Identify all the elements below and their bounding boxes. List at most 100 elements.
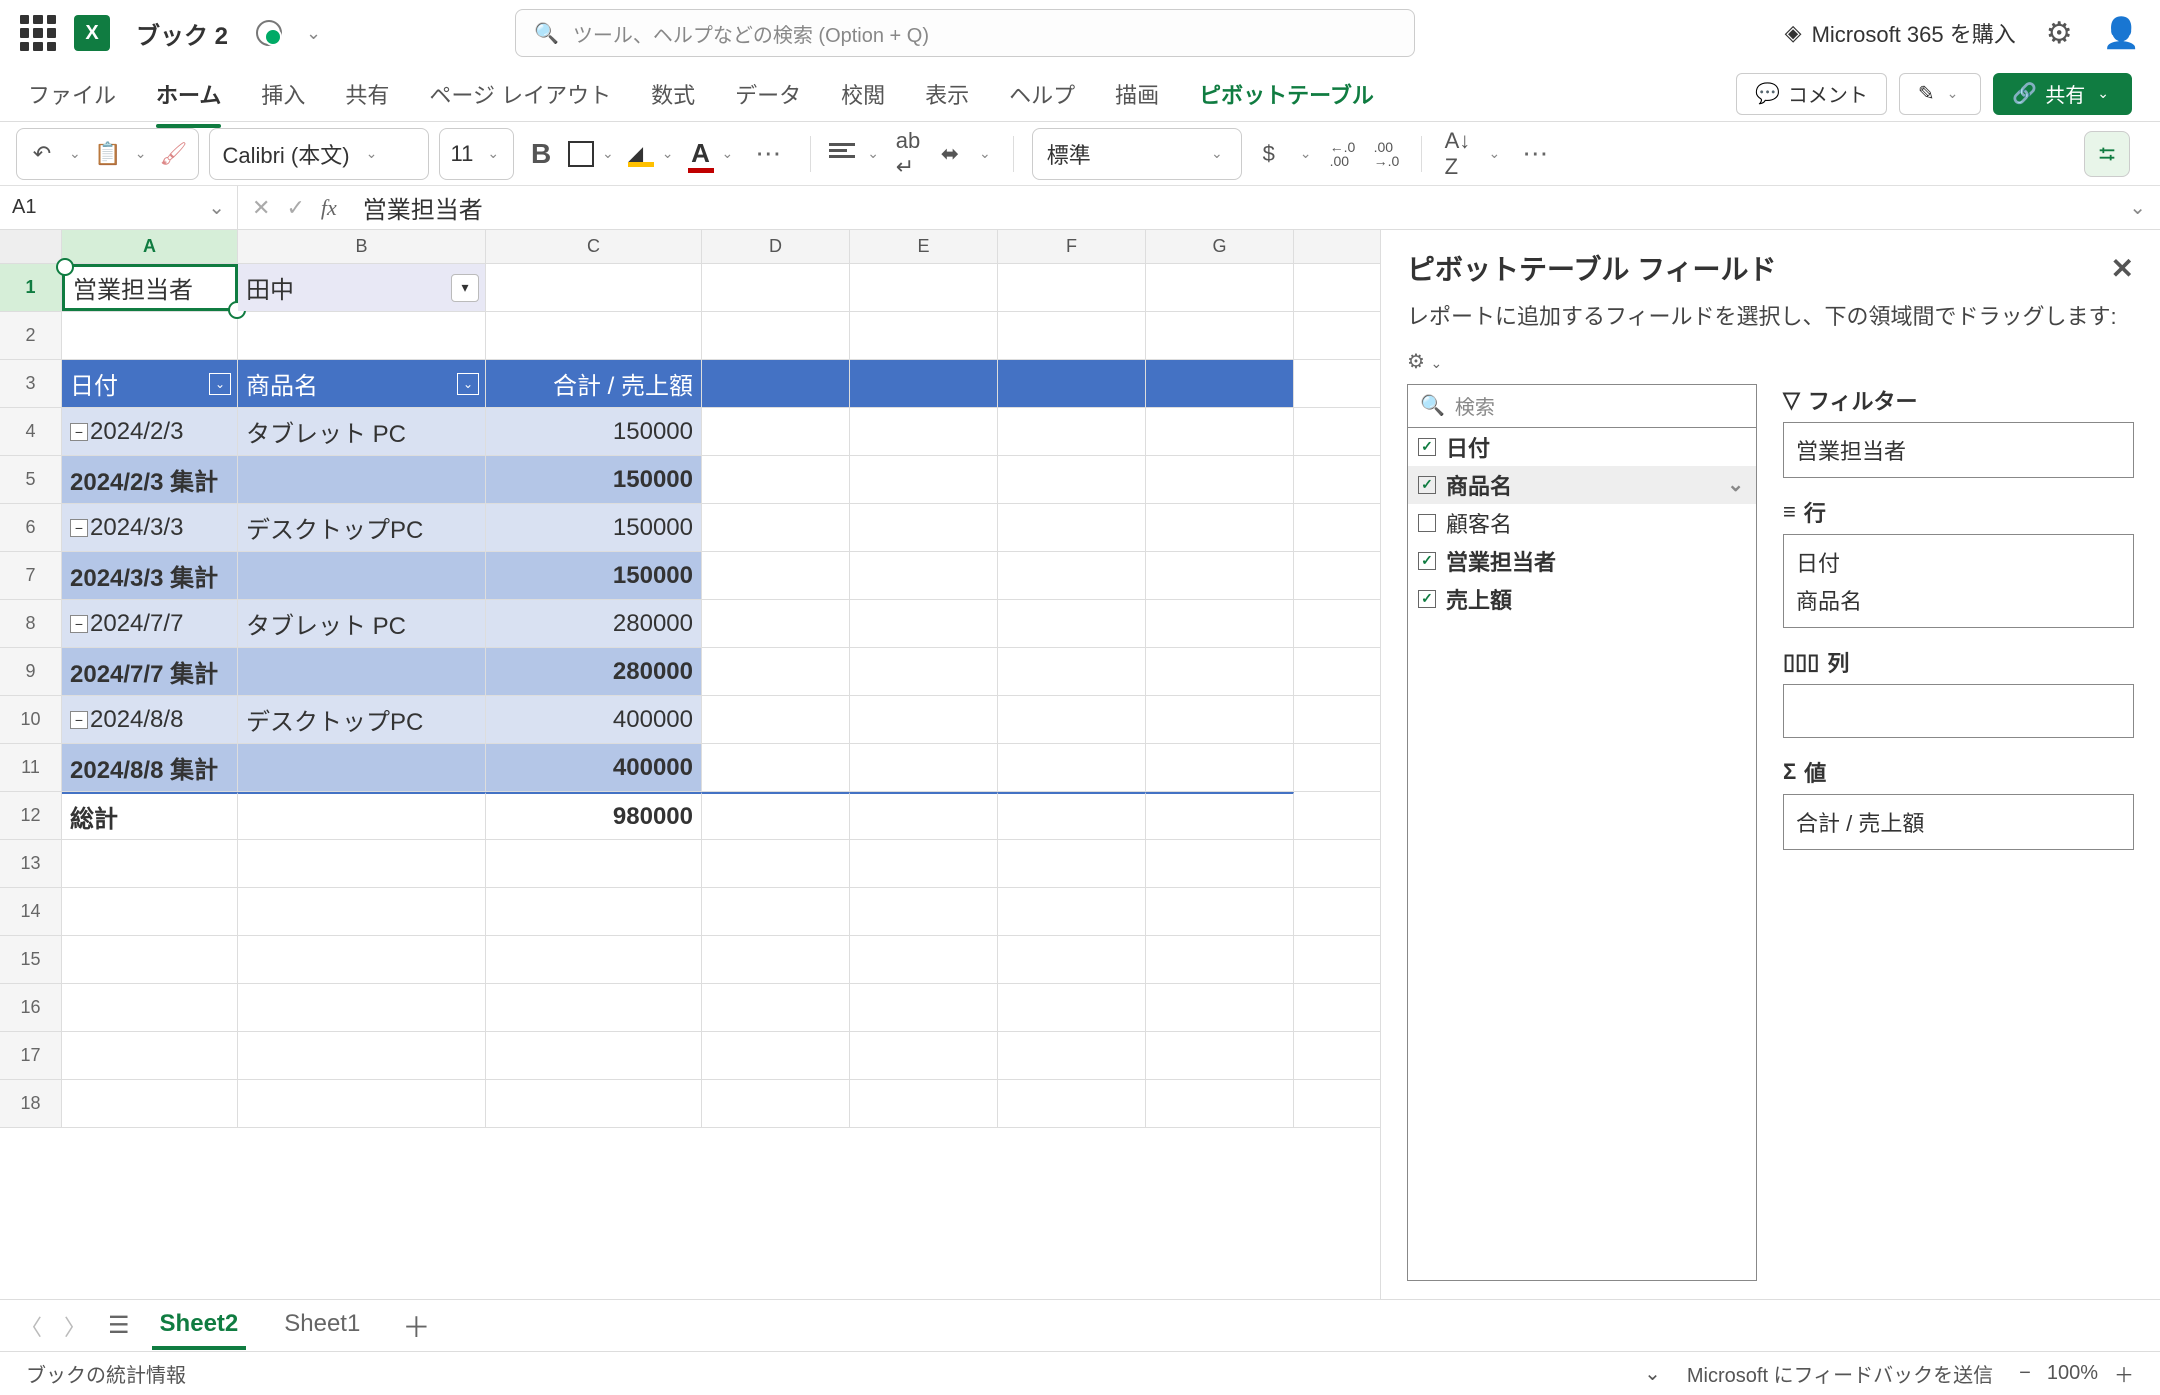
cell[interactable] <box>486 312 702 359</box>
cell[interactable] <box>1146 312 1294 359</box>
ribbon-tab-6[interactable]: データ <box>735 70 801 118</box>
status-dropdown-icon[interactable]: ⌄ <box>1644 1361 1661 1386</box>
cell[interactable] <box>702 1032 850 1079</box>
add-sheet-button[interactable]: ＋ <box>402 1306 430 1346</box>
cell[interactable] <box>702 744 850 791</box>
ribbon-tab-4[interactable]: ページ レイアウト <box>429 70 611 118</box>
cell[interactable] <box>62 1080 238 1127</box>
cell[interactable] <box>238 840 486 887</box>
cell[interactable]: −2024/2/3 <box>62 408 238 455</box>
cell[interactable]: 合計 / 売上額 <box>486 360 702 407</box>
cell[interactable] <box>998 936 1146 983</box>
cell[interactable] <box>62 936 238 983</box>
cell[interactable] <box>702 552 850 599</box>
cell[interactable] <box>702 360 850 407</box>
zoom-in-button[interactable]: ＋ <box>2114 1359 2134 1388</box>
paste-button[interactable]: 📋 <box>91 137 125 171</box>
cell[interactable] <box>850 312 998 359</box>
area-field-item[interactable]: 商品名 <box>1796 581 2121 619</box>
row-header[interactable]: 9 <box>0 648 62 695</box>
font-select[interactable]: Calibri (本文)⌄ <box>209 128 429 180</box>
cell[interactable]: 150000 <box>486 552 702 599</box>
cell[interactable] <box>702 264 850 311</box>
font-color-button[interactable]: A⌄ <box>688 138 738 169</box>
ribbon-tab-9[interactable]: ヘルプ <box>1009 70 1075 118</box>
name-box[interactable]: A1 ⌄ <box>0 186 238 229</box>
prev-sheet-icon[interactable]: 〈 <box>20 1310 42 1342</box>
cell[interactable] <box>1146 744 1294 791</box>
cell[interactable]: 400000 <box>486 744 702 791</box>
cell[interactable] <box>998 888 1146 935</box>
cell[interactable] <box>1146 936 1294 983</box>
cell[interactable] <box>1146 600 1294 647</box>
cell[interactable]: 営業担当者 <box>62 264 238 311</box>
cancel-formula-icon[interactable]: ✕ <box>252 195 270 221</box>
cell[interactable] <box>702 888 850 935</box>
report-filter-button[interactable]: ▾ <box>451 274 479 302</box>
row-header[interactable]: 3 <box>0 360 62 407</box>
col-header-e[interactable]: E <box>850 230 998 263</box>
cell[interactable]: 150000 <box>486 504 702 551</box>
cell[interactable] <box>238 888 486 935</box>
select-all-corner[interactable] <box>0 230 62 263</box>
ribbon-tab-2[interactable]: 挿入 <box>261 70 305 118</box>
more-font-options-button[interactable]: ⋯ <box>747 138 792 169</box>
col-header-c[interactable]: C <box>486 230 702 263</box>
cell[interactable]: 田中▾ <box>238 264 486 311</box>
cell[interactable] <box>998 312 1146 359</box>
zoom-level[interactable]: 100% <box>2047 1362 2098 1385</box>
cell[interactable] <box>850 936 998 983</box>
cell[interactable] <box>238 456 486 503</box>
field-checkbox[interactable] <box>1418 514 1436 532</box>
cell[interactable]: 280000 <box>486 648 702 695</box>
cell[interactable] <box>1146 408 1294 455</box>
cell[interactable] <box>850 552 998 599</box>
cell[interactable] <box>998 504 1146 551</box>
cell[interactable] <box>702 600 850 647</box>
filters-area[interactable]: 営業担当者 <box>1783 422 2134 478</box>
col-header-b[interactable]: B <box>238 230 486 263</box>
field-item[interactable]: 商品名 <box>1408 466 1756 504</box>
cell[interactable] <box>850 456 998 503</box>
cell[interactable] <box>238 1080 486 1127</box>
cell[interactable] <box>850 792 998 839</box>
cell[interactable] <box>1146 840 1294 887</box>
cell[interactable]: デスクトップPC <box>238 696 486 743</box>
ribbon-tab-5[interactable]: 数式 <box>651 70 695 118</box>
app-launcher-icon[interactable] <box>20 15 56 51</box>
collapse-icon[interactable]: − <box>70 423 88 441</box>
cell[interactable]: 2024/8/8 集計 <box>62 744 238 791</box>
cell[interactable] <box>702 840 850 887</box>
cell[interactable] <box>850 648 998 695</box>
cell[interactable] <box>702 312 850 359</box>
row-header[interactable]: 12 <box>0 792 62 839</box>
cell[interactable] <box>998 408 1146 455</box>
row-field-dropdown[interactable]: ⌄ <box>457 373 479 395</box>
border-button[interactable]: ⌄ <box>568 141 618 167</box>
field-checkbox[interactable] <box>1418 438 1436 456</box>
cell[interactable] <box>998 552 1146 599</box>
row-header[interactable]: 18 <box>0 1080 62 1127</box>
cell[interactable] <box>850 360 998 407</box>
cell[interactable] <box>850 840 998 887</box>
cell[interactable] <box>486 1032 702 1079</box>
col-header-f[interactable]: F <box>998 230 1146 263</box>
cell[interactable] <box>238 1032 486 1079</box>
cell[interactable] <box>702 456 850 503</box>
workbook-stats[interactable]: ブックの統計情報 <box>26 1359 186 1388</box>
cell[interactable]: タブレット PC <box>238 600 486 647</box>
sheet-tab[interactable]: Sheet2 <box>152 1302 247 1350</box>
cell[interactable] <box>998 744 1146 791</box>
account-person-icon[interactable]: 👤 <box>2103 16 2140 51</box>
cell[interactable] <box>62 840 238 887</box>
cell[interactable] <box>1146 264 1294 311</box>
cell[interactable] <box>486 264 702 311</box>
field-checkbox[interactable] <box>1418 476 1436 494</box>
currency-button[interactable]: $ <box>1252 137 1286 171</box>
field-search[interactable]: 🔍 検索 <box>1407 384 1757 428</box>
row-header[interactable]: 13 <box>0 840 62 887</box>
cell[interactable] <box>998 792 1146 839</box>
comment-button[interactable]: 💬コメント <box>1736 73 1887 115</box>
align-button[interactable] <box>829 143 855 165</box>
title-dropdown-icon[interactable]: ⌄ <box>306 23 321 44</box>
